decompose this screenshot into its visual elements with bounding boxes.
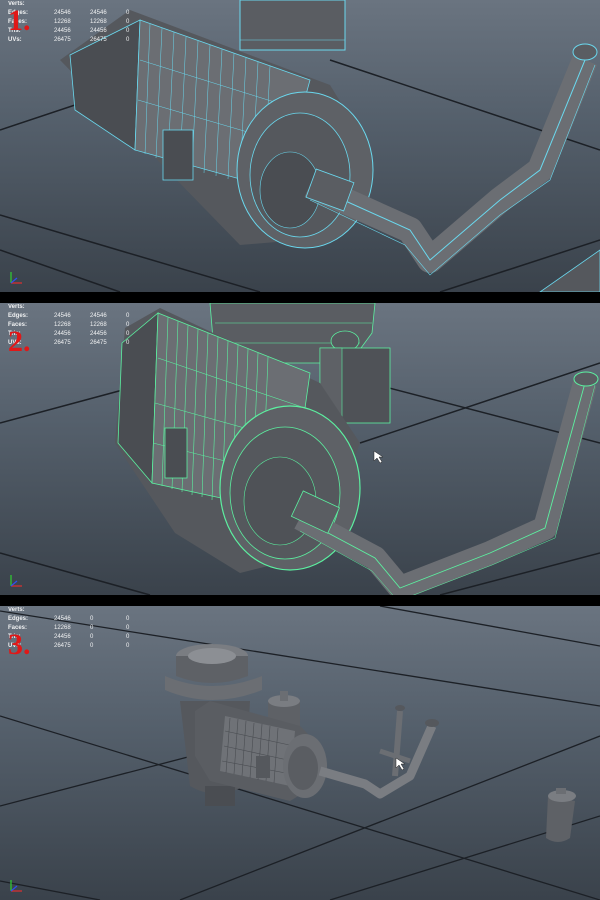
hud-row-tris: Tris: 24456 24456 0 — [8, 331, 130, 337]
poly-count-hud: Verts: Edges: 24546 24546 0 Faces: 12268… — [8, 303, 162, 348]
hud-row-edges: Edges: 24546 24546 0 — [8, 313, 130, 319]
hud-row-faces: Faces: 12268 12268 0 — [8, 322, 130, 328]
hud-row-tris: Tris: 24456 24456 0 — [8, 28, 130, 34]
hud-row-faces: Faces: 12268 0 0 — [8, 625, 130, 631]
viewport-panel-2[interactable]: Verts: Edges: 24546 24546 0 Faces: 12268… — [0, 303, 600, 595]
page: Verts: Edges: 24546 24546 0 Faces: 12268… — [0, 0, 600, 900]
hud-row-verts: Verts: — [8, 1, 25, 7]
viewport-panel-3[interactable]: Verts: Edges: 24546 0 0 Faces: 12268 0 0… — [0, 606, 600, 900]
hud-row-uvs: UVs: 26475 0 0 — [8, 643, 130, 649]
xyz-axis-icon — [10, 880, 22, 892]
pipe — [318, 705, 439, 799]
mouse-cursor-icon — [373, 450, 384, 464]
xyz-axis-icon — [10, 575, 22, 587]
detached-cylinder — [546, 788, 576, 842]
hud-row-edges: Edges: 24546 24546 0 — [8, 10, 130, 16]
poly-count-hud: Verts: Edges: 24546 0 0 Faces: 12268 0 0… — [8, 606, 162, 651]
step-number: 3. — [8, 628, 31, 661]
hud-row-verts: Verts: — [8, 304, 25, 310]
step-number: 1. — [8, 4, 31, 37]
hud-row-uvs: UVs: 26475 26475 0 — [8, 37, 130, 43]
poly-count-hud: Verts: Edges: 24546 24546 0 Faces: 12268… — [8, 0, 162, 45]
hud-row-uvs: UVs: 26475 26475 0 — [8, 340, 130, 346]
hud-row-faces: Faces: 12268 12268 0 — [8, 19, 130, 25]
viewport-panel-1[interactable]: Verts: Edges: 24546 24546 0 Faces: 12268… — [0, 0, 600, 292]
step-number: 2. — [8, 325, 31, 358]
hud-row-verts: Verts: — [8, 607, 25, 613]
hud-row-tris: Tris: 24456 0 0 — [8, 634, 130, 640]
hud-row-edges: Edges: 24546 0 0 — [8, 616, 130, 622]
top-housing — [239, 0, 346, 51]
xyz-axis-icon — [10, 272, 22, 284]
